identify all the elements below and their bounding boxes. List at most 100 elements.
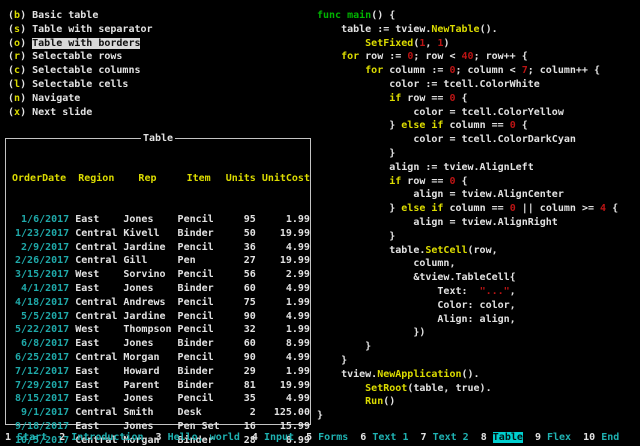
tab-text-1[interactable]: 6 Text 1: [360, 432, 408, 443]
table-row: 3/15/2017WestSorvinoPencil562.99: [9, 268, 310, 282]
table-row: 6/8/2017EastJonesBinder608.99: [9, 337, 310, 351]
tab-introduction[interactable]: 2 Introduction: [59, 432, 143, 443]
menu-item-c[interactable]: (c) Selectable columns: [8, 64, 153, 78]
code-line: }: [317, 147, 618, 161]
tab-end[interactable]: 10 End: [583, 432, 619, 443]
code-line: }: [317, 409, 618, 423]
table-cell: 50: [226, 227, 256, 241]
table-row: 2/9/2017CentralJardinePencil364.99: [9, 241, 310, 255]
table-cell: 2/26/2017: [9, 254, 69, 268]
table-cell: 5/22/2017: [9, 323, 69, 337]
menu-item-n[interactable]: (n) Navigate: [8, 92, 153, 106]
table-cell: 2: [226, 406, 256, 420]
column-header: OrderDate: [9, 172, 69, 186]
column-header: Rep: [123, 172, 171, 186]
menu-item-o[interactable]: (o) Table with borders: [8, 37, 153, 51]
table-cell: Smith: [123, 406, 171, 420]
table-cell: Andrews: [123, 296, 171, 310]
table-cell: East: [75, 213, 117, 227]
table-cell: East: [75, 379, 117, 393]
table-cell: 8/15/2017: [9, 392, 69, 406]
table-cell: Binder: [178, 365, 220, 379]
table-row: 4/1/2017EastJonesBinder604.99: [9, 282, 310, 296]
menu-item-l[interactable]: (l) Selectable cells: [8, 78, 153, 92]
table-cell: Kivell: [123, 227, 171, 241]
table-cell: 6/25/2017: [9, 351, 69, 365]
table-cell: 1/6/2017: [9, 213, 69, 227]
table-cell: Pencil: [178, 392, 220, 406]
terminal-screen: (b) Basic table(s) Table with separator(…: [0, 0, 640, 446]
table-cell: Howard: [123, 365, 171, 379]
table-cell: 5/5/2017: [9, 310, 69, 324]
code-line: align := tview.AlignLeft: [317, 161, 618, 175]
table-cell: East: [75, 282, 117, 296]
column-header: Units: [226, 172, 256, 186]
table-cell: Central: [75, 406, 117, 420]
code-line: &tview.TableCell{: [317, 271, 618, 285]
table-cell: Binder: [178, 282, 220, 296]
table-cell: Thompson: [123, 323, 171, 337]
table-cell: 4.99: [262, 392, 310, 406]
table-cell: Jones: [123, 392, 171, 406]
table-cell: Central: [75, 296, 117, 310]
column-header: Item: [178, 172, 220, 186]
code-line: Run(): [317, 395, 618, 409]
table-cell: Pencil: [178, 268, 220, 282]
table-cell: 19.99: [262, 379, 310, 393]
column-header: UnitCost: [262, 172, 310, 186]
table-row: 7/12/2017EastHowardBinder291.99: [9, 365, 310, 379]
table-header-row: OrderDate Region Rep Item Units UnitCost: [9, 172, 310, 186]
code-line: } else if column == 0 {: [317, 119, 618, 133]
tab-text-2[interactable]: 7 Text 2: [421, 432, 469, 443]
table-body: 1/6/2017EastJonesPencil951.991/23/2017Ce…: [9, 213, 310, 446]
table-row: 5/5/2017CentralJardinePencil904.99: [9, 310, 310, 324]
table-cell: Central: [75, 227, 117, 241]
table-cell: West: [75, 323, 117, 337]
tab-flex[interactable]: 9 Flex: [535, 432, 571, 443]
code-line: color = tcell.ColorYellow: [317, 106, 618, 120]
table-cell: East: [75, 365, 117, 379]
table-row: 5/22/2017WestThompsonPencil321.99: [9, 323, 310, 337]
menu-item-label: Selectable cells: [32, 79, 128, 90]
menu-item-x[interactable]: (x) Next slide: [8, 106, 153, 120]
slide-tabs: 1 Start 2 Introduction 3 Hello, world 4 …: [5, 431, 619, 445]
menu-item-b[interactable]: (b) Basic table: [8, 9, 153, 23]
table-widget: Table OrderDateRegionRepItemUnitsUnitCos…: [5, 138, 311, 425]
menu-item-label: Selectable columns: [32, 65, 140, 76]
tab-table[interactable]: 8 Table: [481, 432, 523, 443]
table-cell: 29: [226, 365, 256, 379]
table-cell: Parent: [123, 379, 171, 393]
table-cell: Central: [75, 310, 117, 324]
code-line: }: [317, 230, 618, 244]
code-line: table := tview.NewTable().: [317, 23, 618, 37]
table-cell: 8.99: [262, 337, 310, 351]
tab-start[interactable]: 1 Start: [5, 432, 47, 443]
menu-item-label: Table with borders: [32, 38, 140, 49]
table-cell: 6/8/2017: [9, 337, 69, 351]
code-line: column,: [317, 257, 618, 271]
table-cell: 4/18/2017: [9, 296, 69, 310]
table-cell: 7/29/2017: [9, 379, 69, 393]
menu-item-r[interactable]: (r) Selectable rows: [8, 50, 153, 64]
table-content: OrderDate Region Rep Item Units UnitCost 1/6/…: [9, 144, 310, 446]
menu-item-s[interactable]: (s) Table with separator: [8, 23, 153, 37]
table-cell: Desk: [178, 406, 220, 420]
table-cell: 95: [226, 213, 256, 227]
tab-hello-world[interactable]: 3 Hello, world: [156, 432, 240, 443]
tab-input[interactable]: 4 Input: [252, 432, 294, 443]
table-row: 4/18/2017CentralAndrewsPencil751.99: [9, 296, 310, 310]
code-line: Text: "...",: [317, 285, 618, 299]
tab-forms[interactable]: 5 Forms: [306, 432, 348, 443]
code-line: }): [317, 326, 618, 340]
code-line: tview.NewApplication().: [317, 368, 618, 382]
column-header: Region: [75, 172, 117, 186]
table-cell: Central: [75, 241, 117, 255]
table-row: 8/15/2017EastJonesPencil354.99: [9, 392, 310, 406]
table-cell: 1.99: [262, 323, 310, 337]
table-cell: 27: [226, 254, 256, 268]
table-cell: Pencil: [178, 310, 220, 324]
table-cell: 60: [226, 282, 256, 296]
table-cell: Morgan: [123, 351, 171, 365]
code-line: if row == 0 {: [317, 92, 618, 106]
table-cell: Pen: [178, 254, 220, 268]
